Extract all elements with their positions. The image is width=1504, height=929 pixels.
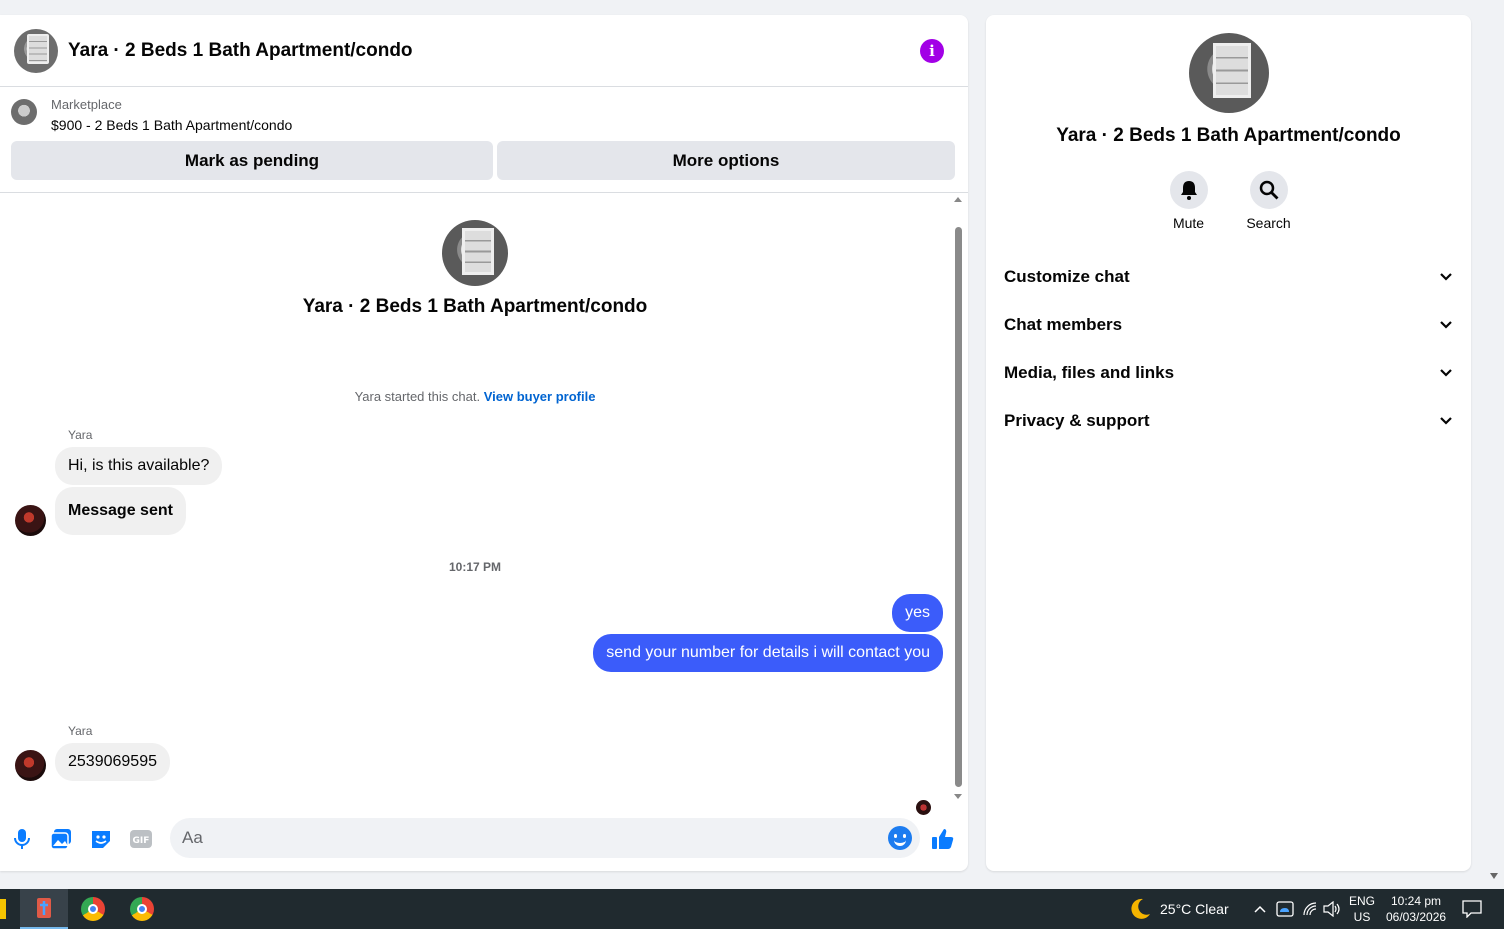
listing-avatar[interactable] [14,28,58,73]
message-bubble[interactable]: Hi, is this available? [55,447,223,485]
outgoing-message-bubble[interactable]: send your number for details i will cont… [593,634,943,672]
notifications-icon[interactable] [1462,889,1482,929]
chrome-icon [81,897,105,921]
chevron-up-icon[interactable] [1253,889,1267,929]
search-icon[interactable] [1249,171,1288,209]
details-menu: Customize chat Chat members Media, files… [986,253,1471,445]
details-avatar[interactable] [1188,33,1269,113]
menu-item-label: Customize chat [1004,267,1130,286]
svg-text:GIF: GIF [133,836,150,846]
windows-taskbar: 25°C Clear ENG US 10:24 pm 06/03/2026 [0,889,1504,929]
chrome-taskbar-button-2[interactable] [118,889,166,929]
seen-indicator-avatar [916,800,931,815]
thumbs-up-icon[interactable] [931,827,955,851]
mute-label: Mute [1172,215,1205,231]
taskbar-app-active[interactable] [20,889,68,929]
app-icon [37,898,51,918]
message-bubble[interactable]: Message sent [55,487,186,535]
customize-chat-item[interactable]: Customize chat [1004,253,1453,301]
clock[interactable]: 10:24 pm 06/03/2026 [1386,889,1446,929]
profile-name: Yara · 2 Beds 1 Bath Apartment/condo [302,296,648,317]
scroll-up-arrow-icon[interactable] [954,197,962,202]
weather-text: 25°C Clear [1160,901,1229,917]
menu-item-label: Media, files and links [1004,363,1175,382]
chat-title[interactable]: Yara · 2 Beds 1 Bath Apartment/condo [68,40,920,62]
chrome-icon [130,897,154,921]
sender-name: Yara [68,428,93,442]
chat-members-item[interactable]: Chat members [1004,301,1453,349]
chevron-down-icon [1440,369,1452,377]
bell-icon[interactable] [1169,171,1208,209]
wifi-icon[interactable] [1302,889,1318,929]
sticker-icon[interactable] [89,827,113,851]
chat-panel: Yara · 2 Beds 1 Bath Apartment/condo i M… [0,15,968,871]
region-code: US [1353,910,1371,924]
media-files-links-item[interactable]: Media, files and links [1004,349,1453,397]
chat-profile-header: Yara · 2 Beds 1 Bath Apartment/condo [0,220,950,318]
message-timestamp: 10:17 PM [448,560,502,574]
clock-time: 10:24 pm [1391,894,1442,908]
message-scrollbar[interactable] [952,193,964,803]
listing-thumbnail[interactable] [11,99,37,125]
marketplace-label: Marketplace [51,97,122,112]
gif-icon[interactable]: GIF [129,827,153,851]
photo-icon[interactable] [49,827,73,851]
chrome-taskbar-button[interactable] [69,889,117,929]
message-list: Yara · 2 Beds 1 Bath Apartment/condo Yar… [0,193,968,815]
scroll-down-arrow-icon[interactable] [954,794,962,799]
menu-item-label: Privacy & support [1004,411,1150,430]
weather-widget[interactable]: 25°C Clear [1128,889,1229,929]
privacy-support-item[interactable]: Privacy & support [1004,397,1453,445]
clock-date: 06/03/2026 [1386,910,1447,924]
sender-name: Yara [68,724,93,738]
message-input[interactable]: Aa [170,818,920,858]
composer: GIF Aa [0,815,968,868]
scroll-thumb[interactable] [955,227,962,787]
sender-avatar[interactable] [15,750,46,781]
mark-pending-button[interactable]: Mark as pending [11,141,493,180]
onedrive-icon[interactable] [1276,889,1294,929]
started-text: Yara started this chat. [354,389,481,404]
message-input-placeholder: Aa [182,828,203,847]
chat-started-note: Yara started this chat. View buyer profi… [0,389,950,404]
emoji-icon[interactable] [888,826,912,850]
listing-title[interactable]: $900 - 2 Beds 1 Bath Apartment/condo [51,117,292,133]
search-button[interactable]: Search [1246,171,1291,231]
menu-item-label: Chat members [1004,315,1123,334]
profile-avatar[interactable] [442,220,508,286]
search-label: Search [1246,215,1291,231]
language-code: ENG [1349,894,1376,908]
file-explorer-icon[interactable] [0,899,6,919]
message-bubble[interactable]: 2539069595 [55,743,170,781]
microphone-icon[interactable] [10,827,34,851]
moon-icon [1131,898,1150,919]
more-options-button[interactable]: More options [497,141,955,180]
view-buyer-profile-link[interactable]: View buyer profile [484,389,596,404]
details-name: Yara · 2 Beds 1 Bath Apartment/condo [1056,125,1401,146]
info-icon[interactable]: i [920,38,944,63]
volume-icon[interactable] [1323,889,1341,929]
chat-details-panel: Yara · 2 Beds 1 Bath Apartment/condo Mut… [986,15,1471,871]
page-scroll-down-arrow-icon[interactable] [1490,873,1498,879]
outgoing-message-bubble[interactable]: yes [892,594,943,632]
marketplace-bar: Marketplace $900 - 2 Beds 1 Bath Apartme… [0,87,968,193]
language-indicator[interactable]: ENG US [1349,889,1375,929]
sender-avatar[interactable] [15,505,46,536]
chevron-down-icon [1440,321,1452,329]
chevron-down-icon [1440,417,1452,425]
chevron-down-icon [1440,273,1452,281]
chat-header: Yara · 2 Beds 1 Bath Apartment/condo i [0,15,968,87]
mute-button[interactable]: Mute [1169,171,1209,231]
